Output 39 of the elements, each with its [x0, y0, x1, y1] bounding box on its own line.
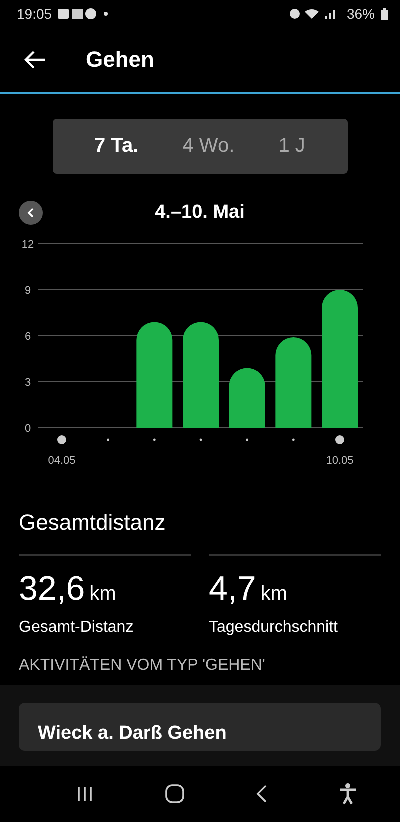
- day-dot: [336, 436, 344, 444]
- stat-label: Gesamt-Distanz: [19, 619, 135, 637]
- range-tab[interactable]: 7 Ta.: [90, 129, 143, 164]
- y-axis-label: 3: [24, 377, 32, 389]
- day-dot: [107, 438, 110, 442]
- day-dot: [58, 436, 66, 444]
- x-axis-label: 04.05: [48, 455, 76, 467]
- section-header: AKTIVITÄTEN VOM TYP 'GEHEN': [19, 657, 266, 675]
- x-axis-label: 10.05: [326, 455, 354, 467]
- back-icon[interactable]: [256, 784, 268, 804]
- status-time: 19:05: [17, 6, 52, 22]
- activity-card[interactable]: Wieck a. Darß Gehen: [19, 703, 381, 751]
- y-axis-label: 0: [24, 423, 32, 435]
- section-title: Gesamtdistanz: [19, 510, 167, 536]
- accessibility-icon[interactable]: [338, 783, 356, 805]
- y-axis-label: 12: [22, 239, 34, 251]
- y-axis-label: 9: [24, 285, 32, 297]
- y-axis-label: 6: [24, 331, 32, 343]
- range-tab[interactable]: 4 Wo.: [178, 129, 239, 164]
- period-label: 4.–10. Mai: [155, 202, 245, 224]
- home-icon[interactable]: [164, 784, 184, 804]
- stat-unit: km: [90, 583, 116, 605]
- battery-percent: 36%: [346, 6, 375, 22]
- page-title: Gehen: [86, 47, 154, 73]
- day-dot: [292, 438, 295, 442]
- recent-apps-icon[interactable]: [76, 786, 94, 802]
- day-dot: [246, 438, 249, 442]
- stat-value: 32,6: [19, 570, 86, 608]
- chevron-left-icon: [27, 208, 35, 218]
- stat-unit: km: [260, 583, 288, 605]
- bar: [229, 368, 266, 428]
- stat-value: 4,7: [209, 570, 256, 608]
- previous-button[interactable]: [19, 201, 43, 225]
- stat-label: Tagesdurchschnitt: [209, 619, 339, 637]
- activity-title: Wieck a. Darß Gehen: [38, 723, 227, 744]
- battery-icon: [381, 8, 388, 20]
- day-dot: [200, 438, 202, 442]
- day-dot: [153, 438, 156, 442]
- range-tab[interactable]: 1 J: [274, 129, 310, 164]
